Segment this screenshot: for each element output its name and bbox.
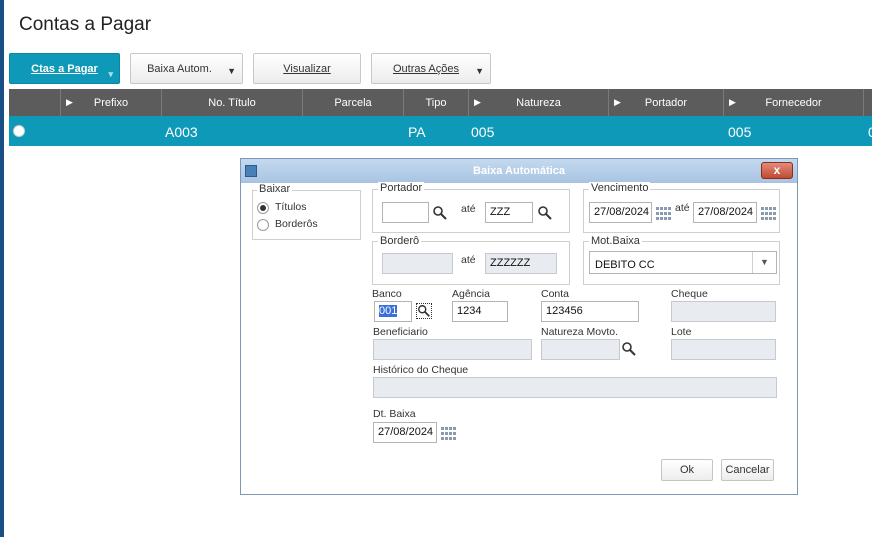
close-button[interactable]: x bbox=[761, 162, 793, 179]
dialog-title: Baixa Automática bbox=[241, 159, 797, 183]
grid-header: ▶ Prefixo No. Título Parcela Tipo ▶ Natu… bbox=[9, 89, 872, 116]
grid-header-portador[interactable]: ▶ Portador bbox=[609, 89, 724, 116]
column-label: Tipo bbox=[425, 96, 447, 109]
row-status-icon bbox=[13, 125, 25, 137]
vencimento-from-input[interactable]: 27/08/2024 bbox=[589, 202, 652, 223]
sort-arrow-icon: ▶ bbox=[729, 97, 736, 107]
dt-baixa-input[interactable]: 27/08/2024 bbox=[373, 422, 437, 443]
bordero-ate-label: até bbox=[461, 254, 476, 266]
baixa-autom-label: Baixa Autom. bbox=[147, 62, 212, 75]
grid-header-parcela[interactable]: Parcela bbox=[303, 89, 404, 116]
lote-label: Lote bbox=[671, 326, 692, 338]
grid-header-fornecedor[interactable]: ▶ Fornecedor bbox=[724, 89, 864, 116]
banco-input[interactable]: 001 bbox=[374, 301, 412, 322]
column-label: Portador bbox=[644, 96, 688, 109]
motbaixa-value: DEBITO CC bbox=[595, 259, 655, 271]
natureza-movto-label: Natureza Movto. bbox=[541, 326, 619, 338]
portador-label: Portador bbox=[378, 182, 425, 194]
cell-natureza: 005 bbox=[471, 124, 495, 140]
baixa-autom-button[interactable]: Baixa Autom. ▼ bbox=[130, 53, 243, 84]
agencia-input[interactable]: 1234 bbox=[452, 301, 508, 322]
visualizar-button[interactable]: Visualizar bbox=[253, 53, 361, 84]
dt-baixa-label: Dt. Baixa bbox=[373, 408, 416, 420]
radio-titulos[interactable] bbox=[257, 202, 269, 214]
cheque-input[interactable] bbox=[671, 301, 776, 322]
chevron-down-icon: ▼ bbox=[227, 66, 236, 76]
natureza-movto-input[interactable] bbox=[541, 339, 620, 360]
cell-extra: 0 bbox=[868, 124, 872, 140]
calendar-icon[interactable] bbox=[441, 427, 457, 441]
vencimento-label: Vencimento bbox=[589, 182, 651, 194]
column-label: No. Título bbox=[208, 96, 256, 109]
bordero-label: Borderô bbox=[378, 235, 422, 247]
cell-fornecedor: 005 bbox=[728, 124, 752, 140]
column-label: Parcela bbox=[334, 96, 372, 109]
ctas-a-pagar-button[interactable]: Ctas a Pagar ▾ bbox=[9, 53, 120, 84]
radio-borderos[interactable] bbox=[257, 219, 269, 231]
bordero-to-input[interactable]: ZZZZZZ bbox=[485, 253, 557, 274]
window-icon bbox=[245, 165, 257, 177]
chevron-down-icon: ▼ bbox=[475, 66, 484, 76]
motbaixa-select[interactable]: DEBITO CC ▼ bbox=[589, 251, 777, 274]
outras-acoes-label: Outras Ações bbox=[392, 62, 460, 75]
portador-ate-label: até bbox=[461, 203, 476, 215]
vencimento-ate-label: até bbox=[675, 202, 690, 214]
agencia-label: Agência bbox=[452, 288, 490, 300]
column-label: Fornecedor bbox=[765, 96, 822, 109]
cell-no-titulo: A003 bbox=[165, 124, 198, 140]
beneficiario-input[interactable] bbox=[373, 339, 532, 360]
calendar-icon[interactable] bbox=[761, 207, 777, 221]
outras-acoes-button[interactable]: Outras Ações ▼ bbox=[371, 53, 491, 84]
historico-input[interactable] bbox=[373, 377, 777, 398]
search-icon[interactable] bbox=[537, 205, 553, 221]
app-window: Contas a Pagar Ctas a Pagar ▾ Baixa Auto… bbox=[0, 0, 872, 537]
chevron-down-icon: ▾ bbox=[108, 69, 113, 79]
conta-input[interactable]: 123456 bbox=[541, 301, 639, 322]
lote-input[interactable] bbox=[671, 339, 776, 360]
column-label: Natureza bbox=[516, 96, 561, 109]
portador-from-input[interactable] bbox=[382, 202, 429, 223]
search-icon[interactable] bbox=[621, 341, 637, 357]
portador-to-input[interactable]: ZZZ bbox=[485, 202, 533, 223]
sort-arrow-icon: ▶ bbox=[66, 97, 73, 107]
grid-header-tipo[interactable]: Tipo bbox=[404, 89, 469, 116]
conta-label: Conta bbox=[541, 288, 570, 300]
grid-header-prefixo[interactable]: ▶ Prefixo bbox=[61, 89, 162, 116]
cancelar-button[interactable]: Cancelar bbox=[721, 459, 774, 481]
cell-tipo: PA bbox=[408, 124, 426, 140]
cheque-label: Cheque bbox=[671, 288, 708, 300]
ctas-a-pagar-label: Ctas a Pagar bbox=[31, 62, 98, 75]
column-label: Prefixo bbox=[93, 96, 129, 109]
grid-header-natureza[interactable]: ▶ Natureza bbox=[469, 89, 609, 116]
chevron-down-icon: ▼ bbox=[752, 252, 776, 273]
beneficiario-label: Beneficiario bbox=[373, 326, 428, 338]
visualizar-label: Visualizar bbox=[283, 62, 331, 75]
motbaixa-label: Mot.Baixa bbox=[589, 235, 642, 247]
table-row[interactable]: A003 PA 005 005 0 bbox=[9, 116, 872, 146]
radio-borderos-label: Borderôs bbox=[275, 218, 318, 230]
search-icon[interactable] bbox=[432, 205, 448, 221]
sort-arrow-icon: ▶ bbox=[474, 97, 481, 107]
grid-header-status[interactable] bbox=[9, 89, 61, 116]
calendar-icon[interactable] bbox=[656, 207, 672, 221]
sort-arrow-icon: ▶ bbox=[614, 97, 621, 107]
baixar-group bbox=[252, 190, 361, 240]
vencimento-to-input[interactable]: 27/08/2024 bbox=[693, 202, 757, 223]
bordero-from-input[interactable] bbox=[382, 253, 453, 274]
historico-label: Histórico do Cheque bbox=[373, 364, 469, 376]
left-stripe bbox=[0, 0, 4, 537]
radio-titulos-label: Títulos bbox=[275, 201, 307, 213]
ok-button[interactable]: Ok bbox=[661, 459, 713, 481]
grid-header-more bbox=[864, 89, 872, 116]
banco-value: 001 bbox=[379, 305, 398, 317]
baixar-label: Baixar bbox=[257, 183, 293, 195]
banco-label: Banco bbox=[372, 288, 402, 300]
page-title: Contas a Pagar bbox=[19, 14, 152, 35]
baixa-automatica-dialog: Baixa Automática x Baixar Títulos Border… bbox=[240, 158, 798, 495]
grid-header-no-titulo[interactable]: No. Título bbox=[162, 89, 303, 116]
search-icon[interactable] bbox=[416, 303, 432, 319]
